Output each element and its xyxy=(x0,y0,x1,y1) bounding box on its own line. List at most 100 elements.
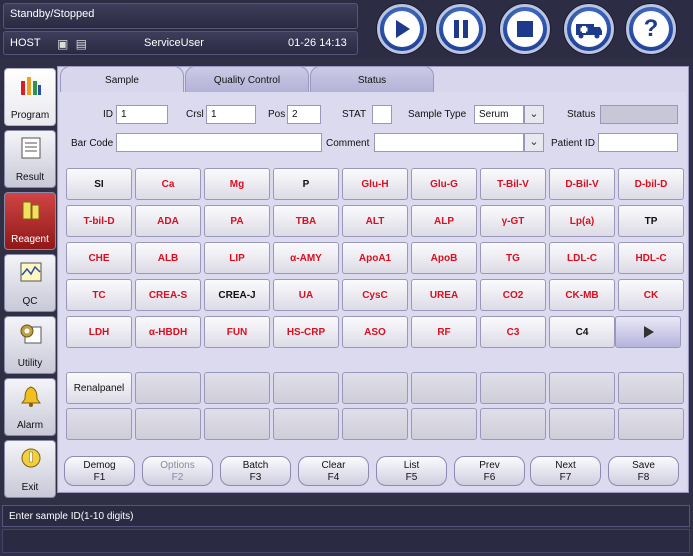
fkey-button-f7[interactable]: Next F7 xyxy=(530,456,601,486)
test-button[interactable]: D-bil-D xyxy=(618,168,684,200)
sidebar-item-reagent[interactable]: Reagent xyxy=(4,192,56,250)
test-button[interactable]: LIP xyxy=(204,242,270,274)
fkey-button-f3[interactable]: Batch F3 xyxy=(220,456,291,486)
tab-quality-control[interactable]: Quality Control xyxy=(185,66,309,92)
tab-status[interactable]: Status xyxy=(310,66,434,92)
test-button[interactable]: Glu-G xyxy=(411,168,477,200)
panel-button[interactable]: Renalpanel xyxy=(66,372,132,404)
test-button[interactable]: HS-CRP xyxy=(273,316,339,348)
sidebar-item-qc[interactable]: QC xyxy=(4,254,56,312)
test-button[interactable]: Glu-H xyxy=(342,168,408,200)
test-button[interactable]: TG xyxy=(480,242,546,274)
sidebar-item-program[interactable]: Program xyxy=(4,68,56,126)
empty-panel-slot[interactable] xyxy=(480,372,546,404)
test-button[interactable]: ApoA1 xyxy=(342,242,408,274)
empty-panel-slot[interactable] xyxy=(411,372,477,404)
fkey-button-f8[interactable]: Save F8 xyxy=(608,456,679,486)
emergency-button[interactable] xyxy=(564,4,614,54)
empty-panel-slot[interactable] xyxy=(618,408,684,440)
empty-panel-slot[interactable] xyxy=(273,372,339,404)
test-button[interactable]: Lp(a) xyxy=(549,205,615,237)
test-button[interactable]: γ-GT xyxy=(480,205,546,237)
stat-checkbox[interactable] xyxy=(372,105,392,124)
pause-button[interactable] xyxy=(436,4,486,54)
fkey-button-f2[interactable]: Options F2 xyxy=(142,456,213,486)
test-button[interactable]: CREA-J xyxy=(204,279,270,311)
sidebar-item-exit[interactable]: Exit xyxy=(4,440,56,498)
fkey-button-f6[interactable]: Prev F6 xyxy=(454,456,525,486)
fkey-button-f1[interactable]: Demog F1 xyxy=(64,456,135,486)
empty-panel-slot[interactable] xyxy=(66,408,132,440)
help-button[interactable]: ? xyxy=(626,4,676,54)
sample-id-field[interactable]: 1 xyxy=(116,105,168,124)
sidebar-item-utility[interactable]: Utility xyxy=(4,316,56,374)
test-button[interactable]: FUN xyxy=(204,316,270,348)
test-button[interactable]: T-bil-D xyxy=(66,205,132,237)
stat-label: STAT xyxy=(342,109,367,120)
empty-panel-slot[interactable] xyxy=(273,408,339,440)
test-button[interactable]: P xyxy=(273,168,339,200)
empty-panel-slot[interactable] xyxy=(135,372,201,404)
test-button[interactable]: PA xyxy=(204,205,270,237)
test-button[interactable]: ASO xyxy=(342,316,408,348)
test-button[interactable]: SI xyxy=(66,168,132,200)
fkey-button-f5[interactable]: List F5 xyxy=(376,456,447,486)
empty-panel-slot[interactable] xyxy=(411,408,477,440)
stop-button[interactable] xyxy=(500,4,550,54)
empty-panel-slot[interactable] xyxy=(549,408,615,440)
test-button[interactable]: TP xyxy=(618,205,684,237)
sidebar: Program Result Reagent QC Utility Alarm … xyxy=(0,58,60,498)
barcode-field[interactable] xyxy=(116,133,322,152)
patient-id-field[interactable] xyxy=(598,133,678,152)
comment-field[interactable] xyxy=(374,133,524,152)
play-button[interactable] xyxy=(377,4,427,54)
test-button[interactable]: C4 xyxy=(549,316,615,348)
test-button[interactable]: LDH xyxy=(66,316,132,348)
carousel-field[interactable]: 1 xyxy=(206,105,256,124)
sample-type-select[interactable]: Serum xyxy=(474,105,524,124)
test-button[interactable]: TBA xyxy=(273,205,339,237)
position-field[interactable]: 2 xyxy=(287,105,321,124)
fkey-button-f4[interactable]: Clear F4 xyxy=(298,456,369,486)
test-button[interactable]: ALP xyxy=(411,205,477,237)
empty-panel-slot[interactable] xyxy=(204,372,270,404)
next-page-button[interactable] xyxy=(615,316,681,348)
test-button[interactable]: T-Bil-V xyxy=(480,168,546,200)
test-button[interactable]: HDL-C xyxy=(618,242,684,274)
empty-panel-slot[interactable] xyxy=(549,372,615,404)
test-button[interactable]: C3 xyxy=(480,316,546,348)
empty-panel-slot[interactable] xyxy=(135,408,201,440)
test-button[interactable]: D-Bil-V xyxy=(549,168,615,200)
test-button[interactable]: CO2 xyxy=(480,279,546,311)
test-button[interactable]: CREA-S xyxy=(135,279,201,311)
empty-panel-slot[interactable] xyxy=(480,408,546,440)
chevron-down-icon[interactable]: ⌄ xyxy=(524,133,544,152)
test-button[interactable]: TC xyxy=(66,279,132,311)
test-button[interactable]: UA xyxy=(273,279,339,311)
test-button[interactable]: ApoB xyxy=(411,242,477,274)
test-button[interactable]: ALB xyxy=(135,242,201,274)
empty-panel-slot[interactable] xyxy=(618,372,684,404)
test-button[interactable]: RF xyxy=(411,316,477,348)
empty-panel-slot[interactable] xyxy=(342,408,408,440)
test-button[interactable]: CHE xyxy=(66,242,132,274)
test-button[interactable]: UREA xyxy=(411,279,477,311)
sidebar-item-alarm[interactable]: Alarm xyxy=(4,378,56,436)
test-button[interactable]: CK xyxy=(618,279,684,311)
test-button[interactable]: ALT xyxy=(342,205,408,237)
test-button[interactable]: CK-MB xyxy=(549,279,615,311)
fkey-shortcut: F2 xyxy=(171,472,184,483)
chevron-down-icon[interactable]: ⌄ xyxy=(524,105,544,124)
sidebar-item-result[interactable]: Result xyxy=(4,130,56,188)
test-button[interactable]: Ca xyxy=(135,168,201,200)
test-button[interactable]: α-HBDH xyxy=(135,316,201,348)
patient-id-label: Patient ID xyxy=(551,138,595,149)
empty-panel-slot[interactable] xyxy=(342,372,408,404)
test-button[interactable]: ADA xyxy=(135,205,201,237)
test-button[interactable]: Mg xyxy=(204,168,270,200)
test-button[interactable]: LDL-C xyxy=(549,242,615,274)
test-button[interactable]: CysC xyxy=(342,279,408,311)
empty-panel-slot[interactable] xyxy=(204,408,270,440)
tab-sample[interactable]: Sample xyxy=(60,66,184,92)
test-button[interactable]: α-AMY xyxy=(273,242,339,274)
